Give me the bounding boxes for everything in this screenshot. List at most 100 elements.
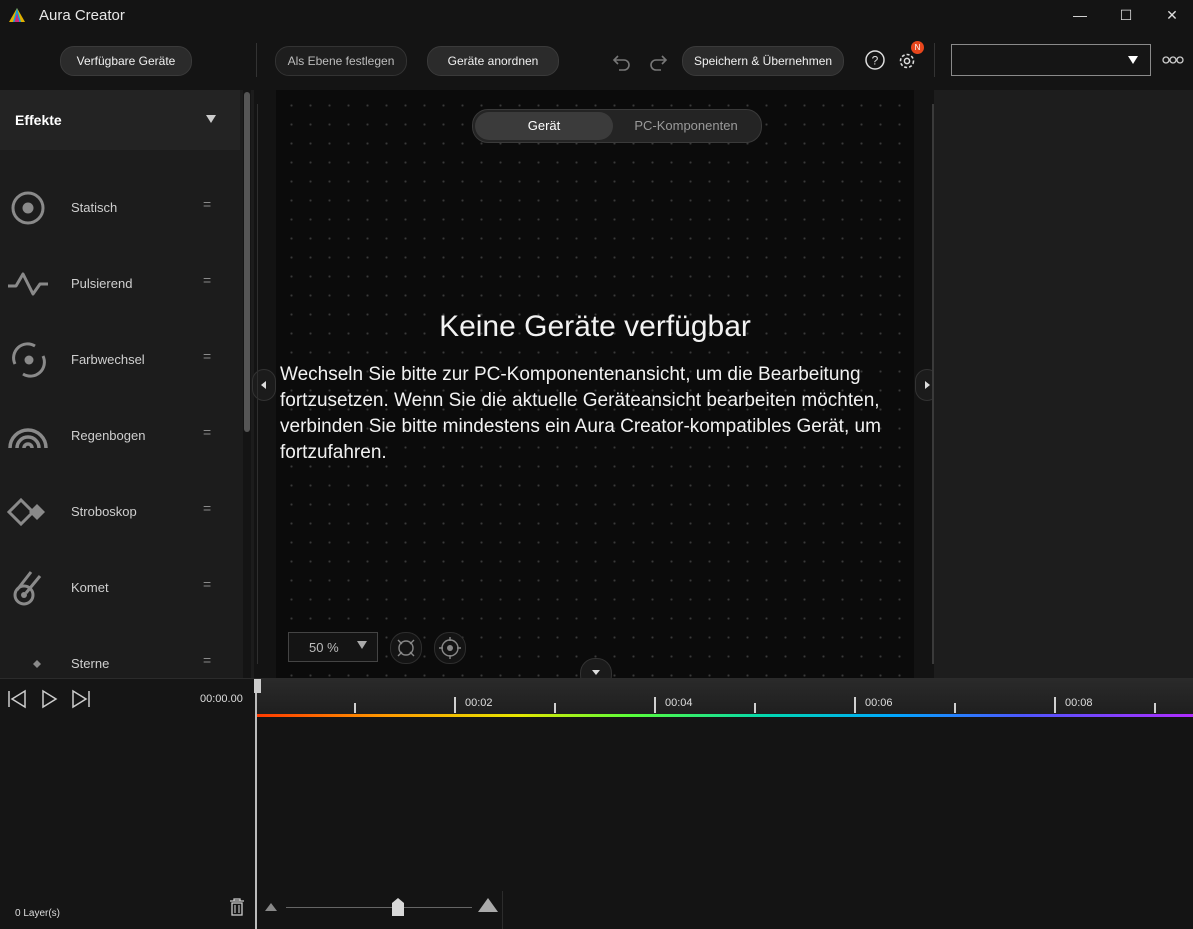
trash-icon[interactable] [228, 897, 246, 917]
stars-icon [17, 650, 41, 678]
center-view-button[interactable] [434, 632, 466, 664]
available-devices-button[interactable]: Verfügbare Geräte [60, 46, 192, 76]
panel-divider [257, 104, 258, 664]
maximize-button[interactable]: ☐ [1103, 0, 1149, 30]
sidebar-scrollbar[interactable] [243, 90, 251, 678]
timeline-zoom-slider[interactable] [391, 898, 404, 916]
ruler-tick [454, 697, 456, 713]
effect-item-pulse[interactable]: Pulsierend = [0, 246, 240, 322]
timeline-zoom [256, 891, 503, 929]
toolbar-divider [256, 43, 257, 77]
ruler-tick [854, 697, 856, 713]
color-cycle-icon [12, 342, 46, 378]
effects-title: Effekte [15, 112, 62, 128]
zoom-out-mountain-icon[interactable] [265, 901, 277, 911]
title-bar: Aura Creator — ☐ ✕ [0, 0, 1193, 30]
save-apply-button[interactable]: Speichern & Übernehmen [682, 46, 844, 76]
set-as-layer-button[interactable]: Als Ebene festlegen [275, 46, 407, 76]
properties-panel [934, 90, 1193, 678]
dropdown-caret-icon [1128, 56, 1138, 64]
arrange-devices-button[interactable]: Geräte anordnen [427, 46, 559, 76]
effect-label: Farbwechsel [71, 352, 145, 367]
zoom-in-mountain-icon[interactable] [478, 896, 498, 912]
zoom-value: 50 % [309, 640, 339, 655]
tab-pc-components[interactable]: PC-Komponenten [613, 112, 759, 140]
crosshair-icon [439, 637, 461, 659]
timeline-controls: 00:00.00 0 Layer(s) [0, 679, 256, 929]
svg-text:?: ? [872, 54, 879, 68]
ruler-tick [1054, 697, 1056, 713]
skip-forward-icon[interactable] [70, 689, 92, 709]
skip-back-icon[interactable] [6, 689, 28, 709]
drag-handle-icon[interactable]: = [203, 576, 211, 592]
effect-label: Regenbogen [71, 428, 146, 443]
strobe-icon [7, 497, 45, 527]
view-toggle: Gerät PC-Komponenten [472, 109, 762, 143]
toolbar-divider [934, 43, 935, 77]
effect-item-stars[interactable]: Sterne = [0, 626, 240, 678]
comet-icon [13, 571, 42, 606]
device-profile-select[interactable] [951, 44, 1151, 76]
pulse-icon [8, 272, 48, 296]
ruler-tick [554, 703, 556, 713]
undo-icon[interactable] [611, 50, 633, 72]
ruler-tick [354, 703, 356, 713]
drag-handle-icon[interactable]: = [203, 652, 211, 668]
effect-item-rainbow[interactable]: Regenbogen = [0, 398, 240, 474]
effect-item-static[interactable]: Statisch = [0, 170, 240, 246]
effect-item-comet[interactable]: Komet = [0, 550, 240, 626]
toolbar: Verfügbare Geräte Als Ebene festlegen Ge… [0, 30, 1193, 91]
collapse-left-button[interactable] [252, 369, 276, 401]
tab-device[interactable]: Gerät [475, 112, 613, 140]
tick-label: 00:08 [1065, 697, 1093, 709]
close-button[interactable]: ✕ [1149, 0, 1193, 30]
fit-to-screen-button[interactable] [390, 632, 422, 664]
drag-handle-icon[interactable]: = [203, 500, 211, 516]
tick-label: 00:02 [465, 697, 493, 709]
drag-handle-icon[interactable]: = [203, 348, 211, 364]
timeline-rainbow-bar [256, 714, 1193, 717]
app-title: Aura Creator [39, 7, 125, 24]
playhead-handle[interactable] [254, 679, 261, 693]
effects-header[interactable]: Effekte [0, 90, 240, 150]
chevron-down-icon [206, 115, 216, 123]
ruler-tick [754, 703, 756, 713]
help-icon[interactable]: ? [864, 49, 886, 71]
effect-label: Statisch [71, 200, 118, 215]
ruler-tick [1154, 703, 1156, 713]
ruler-tick [654, 697, 656, 713]
ruler-tick [954, 703, 956, 713]
effect-label: Stroboskop [71, 504, 137, 519]
device-canvas[interactable]: Gerät PC-Komponenten Keine Geräte verfüg… [276, 90, 914, 678]
play-icon[interactable] [39, 689, 59, 709]
effect-label: Komet [71, 580, 109, 595]
dropdown-caret-icon [357, 641, 367, 649]
tick-label: 00:04 [665, 697, 693, 709]
drag-handle-icon[interactable]: = [203, 424, 211, 440]
effect-label: Pulsierend [71, 276, 133, 291]
effects-sidebar: Effekte Statisch = Pulsierend = Farbwech… [0, 90, 254, 678]
empty-state-title: Keine Geräte verfügbar [439, 310, 751, 343]
zoom-select[interactable]: 50 % [288, 632, 378, 662]
layer-count: 0 Layer(s) [15, 908, 61, 919]
effect-item-color-cycle[interactable]: Farbwechsel = [0, 322, 240, 398]
current-time: 00:00.00 [200, 693, 243, 705]
empty-state-message: Wechseln Sie bitte zur PC-Komponentenans… [280, 364, 881, 463]
effect-label: Sterne [71, 656, 110, 671]
scrollbar-thumb[interactable] [244, 92, 250, 432]
redo-icon[interactable] [647, 50, 669, 72]
more-options-icon[interactable] [1162, 55, 1184, 65]
static-icon [11, 191, 45, 225]
drag-handle-icon[interactable]: = [203, 196, 211, 212]
tick-label: 00:06 [865, 697, 893, 709]
minimize-button[interactable]: — [1057, 0, 1103, 30]
fit-screen-icon [397, 639, 415, 657]
effect-item-strobe[interactable]: Stroboskop = [0, 474, 240, 550]
drag-handle-icon[interactable]: = [203, 272, 211, 288]
timeline-ruler[interactable]: 00:02 00:04 00:06 00:08 [256, 679, 1193, 717]
timeline: 00:00.00 0 Layer(s) 00:02 00:04 00:06 00… [0, 678, 1193, 929]
timeline-zoom-track[interactable] [286, 907, 472, 908]
canvas-area: Gerät PC-Komponenten Keine Geräte verfüg… [252, 90, 939, 690]
rainbow-icon [8, 428, 48, 449]
aura-logo-icon [9, 8, 25, 22]
